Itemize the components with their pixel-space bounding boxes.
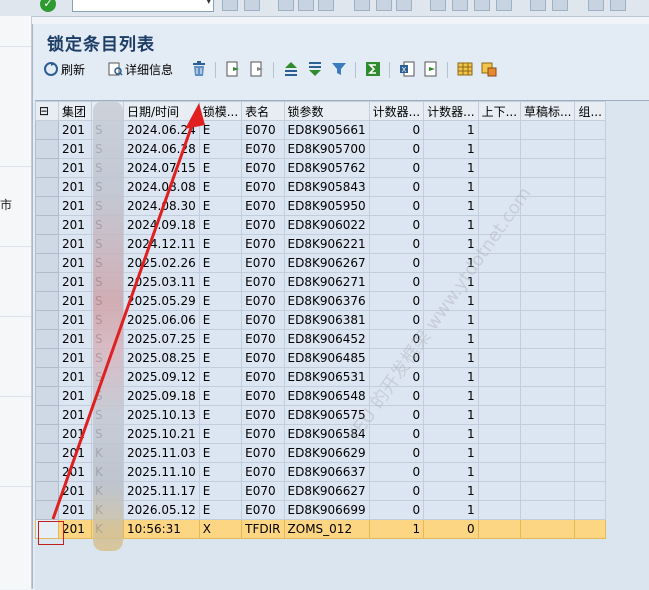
lock-entries-dialog: 锁定条目列表 刷新 详细信息 X ⊟ 集团 日期/时间 锁模... 表名 锁参数… [32,24,649,590]
chevron-down-icon[interactable]: ▾ [206,0,211,7]
last-page-icon[interactable] [496,0,512,11]
system-toolbar: ✓ ▾ [0,0,649,17]
back-nav-icon[interactable] [222,0,238,11]
lock-entries-grid: ⊟ 集团 日期/时间 锁模... 表名 锁参数 计数器... 计数器... 上下… [35,100,649,590]
first-page-icon[interactable] [430,0,446,11]
shortcut-icon[interactable] [552,0,568,11]
annotation-arrow [51,103,205,520]
save-icon[interactable] [244,0,260,11]
find-icon[interactable] [376,0,392,11]
exit-icon[interactable] [298,0,314,11]
find-next-icon[interactable] [396,0,412,11]
new-session-icon[interactable] [530,0,546,11]
back-icon[interactable] [278,0,294,11]
help-icon[interactable] [588,0,604,11]
print-icon[interactable] [354,0,370,11]
prev-page-icon[interactable] [452,0,468,11]
background-window: 市 [0,16,32,589]
layout-icon[interactable] [610,0,626,11]
enter-icon[interactable]: ✓ [40,0,56,12]
cancel-icon[interactable] [318,0,334,11]
background-text: 市 [0,198,13,212]
command-field[interactable]: ▾ [72,0,214,12]
next-page-icon[interactable] [474,0,490,11]
